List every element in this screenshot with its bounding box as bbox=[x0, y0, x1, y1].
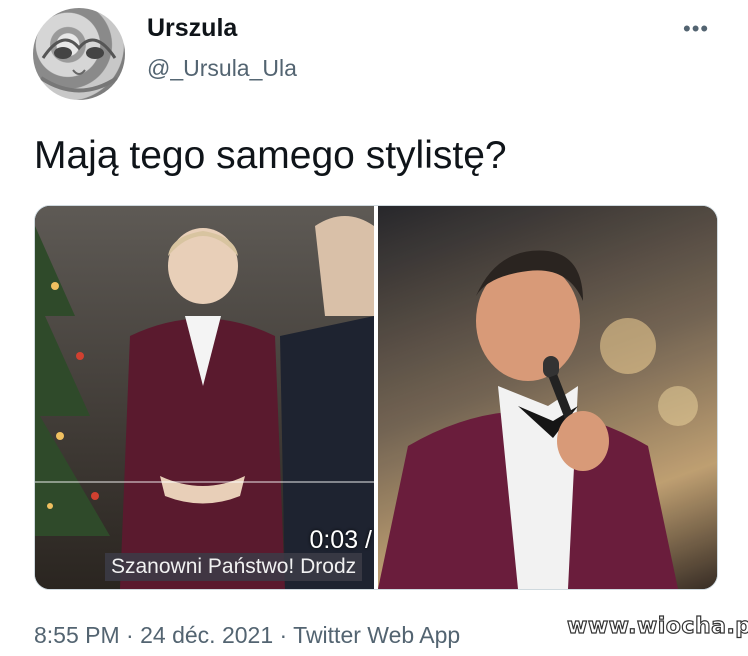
display-name[interactable]: Urszula bbox=[147, 14, 237, 43]
video-thumbnail[interactable]: 0:03 / Szanowni Państwo! Drodz bbox=[35, 206, 374, 589]
tweet-metadata: 8:55 PM · 24 déc. 2021 · Twitter Web App bbox=[34, 622, 460, 649]
avatar[interactable] bbox=[33, 8, 125, 100]
photo-thumbnail[interactable] bbox=[378, 206, 717, 589]
tweet-time[interactable]: 8:55 PM bbox=[34, 622, 120, 648]
video-progress-track[interactable] bbox=[35, 481, 374, 483]
meta-separator: · bbox=[126, 622, 134, 648]
photo-scene-illustration bbox=[378, 206, 717, 589]
tweet-source[interactable]: Twitter Web App bbox=[293, 622, 460, 648]
media-container[interactable]: 0:03 / Szanowni Państwo! Drodz bbox=[34, 205, 718, 590]
meta-separator: · bbox=[279, 622, 288, 648]
video-subtitle: Szanowni Państwo! Drodz bbox=[105, 553, 363, 581]
watermark: www.wiocha.pl bbox=[566, 613, 748, 639]
user-handle[interactable]: @_Ursula_Ula bbox=[147, 55, 297, 82]
tweet-text: Mają tego samego stylistę? bbox=[34, 134, 507, 177]
video-timecode: 0:03 / bbox=[309, 526, 372, 554]
more-dots-icon[interactable]: ••• bbox=[683, 16, 709, 42]
tweet-date[interactable]: 24 déc. 2021 bbox=[140, 622, 273, 648]
